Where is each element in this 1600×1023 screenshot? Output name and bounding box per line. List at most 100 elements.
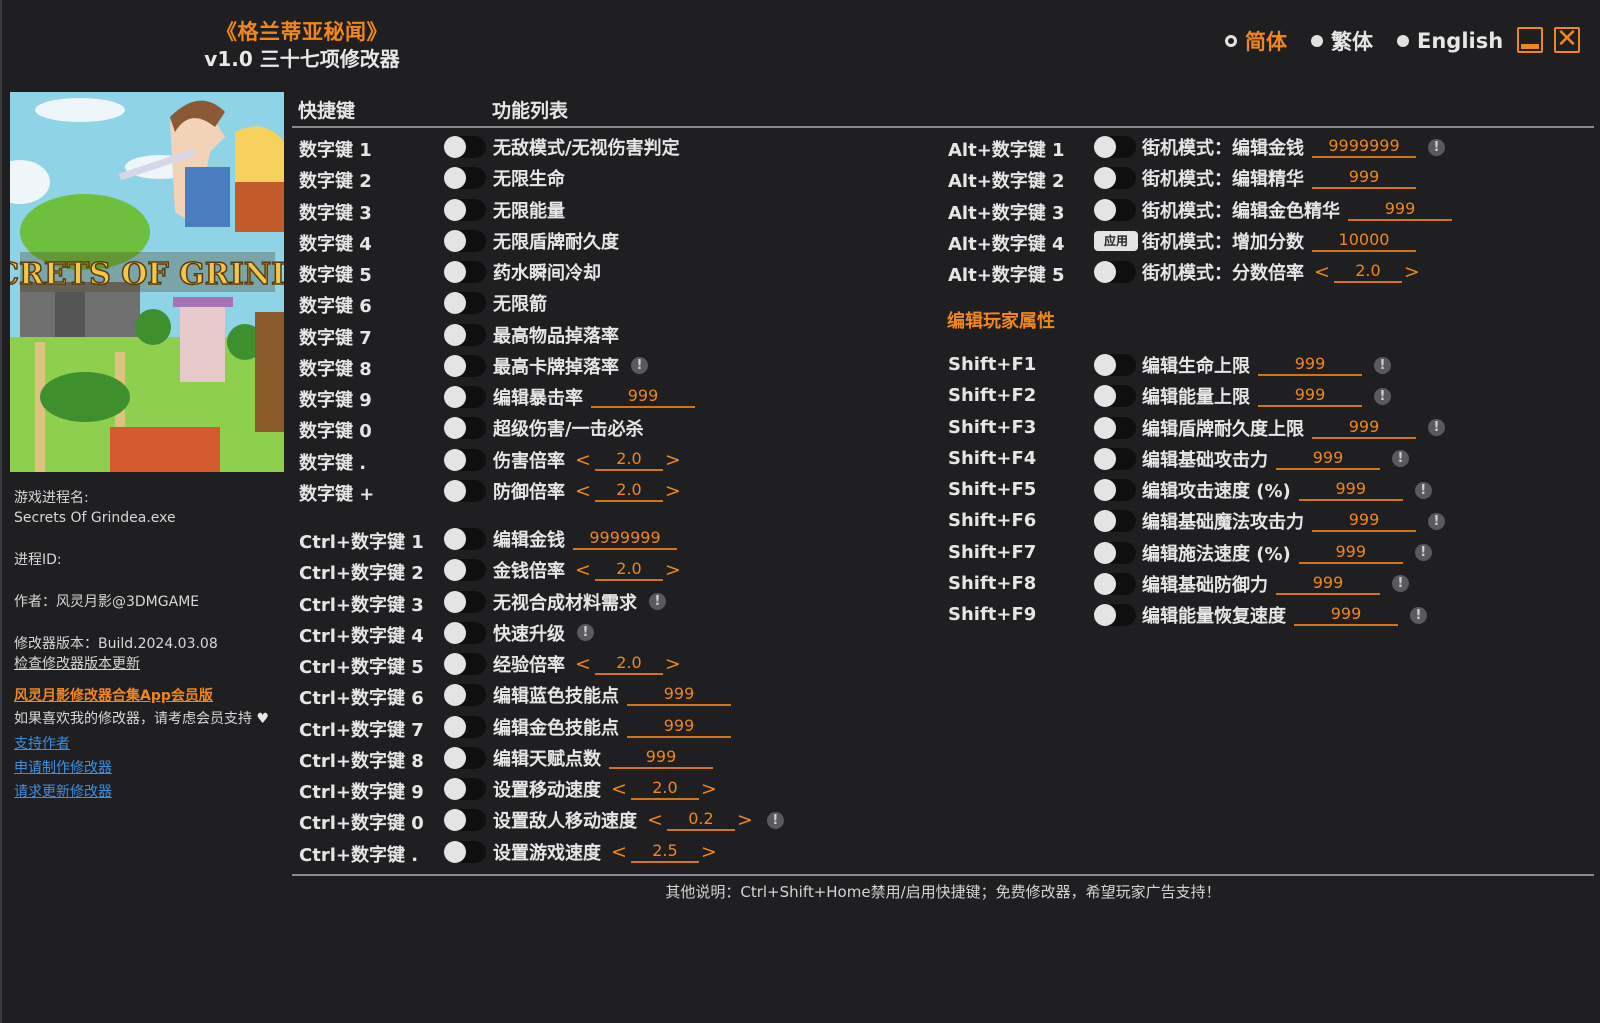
info-icon[interactable]: ! [766,811,784,829]
stepper-value[interactable]: 2.0 [594,449,663,471]
toggle-switch[interactable] [444,292,486,315]
support-author-link[interactable]: 支持作者 [14,732,289,756]
toggle-switch[interactable] [1094,541,1136,564]
value-input[interactable]: 999 [1276,448,1380,470]
stepper-value[interactable]: 2.5 [630,841,699,863]
decrease-arrow[interactable]: < [609,778,629,800]
toggle-switch[interactable] [444,778,486,800]
increase-arrow[interactable]: > [699,778,719,800]
toggle-switch[interactable] [444,261,486,283]
decrease-arrow[interactable]: < [573,449,593,471]
value-input[interactable]: 999 [1298,542,1403,564]
stepper-value[interactable]: 2.0 [1333,261,1402,283]
toggle-switch[interactable] [1094,572,1136,595]
info-icon[interactable]: ! [1392,575,1409,593]
request-update-link[interactable]: 请求更新修改器 [14,780,289,804]
toggle-switch[interactable] [444,386,486,408]
decrease-arrow[interactable]: < [1312,261,1332,283]
toggle-switch[interactable] [444,198,486,221]
decrease-arrow[interactable]: < [573,653,593,675]
toggle-switch[interactable] [444,479,486,502]
toggle-switch[interactable] [1094,510,1136,533]
toggle-switch[interactable] [1094,198,1136,221]
value-input[interactable]: 9999999 [573,528,677,550]
toggle-switch[interactable] [444,746,486,769]
toggle-switch[interactable] [444,809,486,832]
value-input[interactable]: 10000 [1312,230,1416,252]
toggle-switch[interactable] [1094,136,1136,158]
increase-arrow[interactable]: > [699,841,719,863]
decrease-arrow[interactable]: < [573,559,593,581]
value-input[interactable]: 999 [609,747,713,769]
toggle-switch[interactable] [1094,354,1136,376]
value-input[interactable]: 999 [1258,354,1362,376]
toggle-switch[interactable] [444,715,486,738]
toggle-switch[interactable] [1094,604,1136,626]
stepper-value[interactable]: 2.0 [594,559,663,582]
toggle-switch[interactable] [444,417,486,440]
value-input[interactable]: 999 [627,716,731,738]
increase-arrow[interactable]: > [663,653,683,675]
increase-arrow[interactable]: > [1402,261,1422,283]
info-icon[interactable]: ! [1374,387,1391,405]
lang-simplified[interactable]: 简体 [1225,26,1287,56]
info-icon[interactable]: ! [1414,544,1432,561]
toggle-switch[interactable] [444,684,486,707]
increase-arrow[interactable]: > [663,449,683,471]
toggle-switch[interactable] [444,528,486,550]
toggle-switch[interactable] [1094,447,1136,470]
toggle-switch[interactable] [444,136,486,158]
value-input[interactable]: 999 [1276,573,1380,595]
toggle-switch[interactable] [1094,261,1136,283]
value-input[interactable]: 999 [1348,199,1452,221]
toggle-switch[interactable] [444,590,486,613]
value-input[interactable]: 999 [591,386,695,408]
stepper-value[interactable]: 2.0 [594,480,663,502]
info-icon[interactable]: ! [631,357,648,375]
info-icon[interactable]: ! [577,624,594,642]
decrease-arrow[interactable]: < [645,809,665,831]
info-icon[interactable]: ! [1428,419,1445,436]
decrease-arrow[interactable]: < [573,480,593,502]
increase-arrow[interactable]: > [735,809,755,831]
toggle-switch[interactable] [444,167,486,190]
info-icon[interactable]: ! [1428,138,1445,156]
app-promo-link[interactable]: 风灵月影修改器合集App会员版 [14,686,213,706]
info-icon[interactable]: ! [649,593,666,610]
value-input[interactable]: 999 [1312,167,1416,190]
toggle-switch[interactable] [1094,385,1136,408]
radio-icon[interactable] [1397,35,1409,47]
toggle-switch[interactable] [1094,167,1136,190]
lang-english[interactable]: English [1397,29,1503,53]
value-input[interactable]: 999 [1258,385,1362,408]
check-update-link[interactable]: 检查修改器版本更新 [14,654,289,674]
value-input[interactable]: 999 [1312,510,1416,533]
decrease-arrow[interactable]: < [609,841,629,863]
lang-traditional[interactable]: 繁体 [1311,26,1373,56]
value-input[interactable]: 999 [1294,604,1398,626]
close-button[interactable]: ✕ [1554,26,1580,53]
info-icon[interactable]: ! [1428,512,1445,530]
toggle-switch[interactable] [1094,416,1136,439]
toggle-switch[interactable] [444,448,486,471]
stepper-value[interactable]: 2.0 [630,778,699,800]
request-trainer-link[interactable]: 申请制作修改器 [14,756,289,780]
info-icon[interactable]: ! [1374,356,1391,374]
minimize-button[interactable] [1517,27,1543,53]
info-icon[interactable]: ! [1414,481,1432,499]
stepper-value[interactable]: 2.0 [594,653,663,675]
toggle-switch[interactable] [444,840,486,863]
increase-arrow[interactable]: > [663,559,683,581]
value-input[interactable]: 999 [1298,479,1403,501]
info-icon[interactable]: ! [1410,606,1427,624]
toggle-switch[interactable] [444,559,486,582]
apply-button[interactable]: 应用 [1094,230,1138,251]
stepper-value[interactable]: 0.2 [666,809,735,832]
value-input[interactable]: 9999999 [1312,136,1416,158]
toggle-switch[interactable] [444,229,486,252]
toggle-switch[interactable] [444,621,486,644]
value-input[interactable]: 999 [627,684,731,707]
toggle-switch[interactable] [444,323,486,346]
radio-icon[interactable] [1311,35,1323,47]
toggle-switch[interactable] [444,653,486,675]
